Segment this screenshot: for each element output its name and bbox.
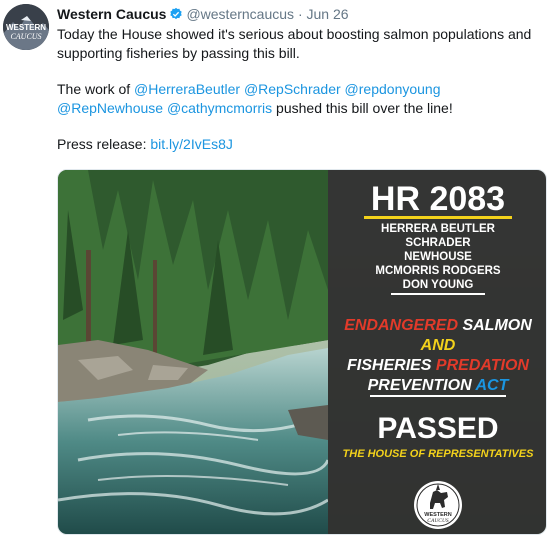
author-name[interactable]: Western Caucus bbox=[57, 6, 166, 22]
title-and: AND bbox=[420, 337, 456, 354]
title-line-1: ENDANGERED SALMON bbox=[344, 317, 532, 334]
western-caucus-seal-icon: WESTERN CAUCUS bbox=[414, 481, 462, 529]
avatar[interactable]: WESTERN CAUCUS bbox=[3, 4, 49, 50]
tweet-date[interactable]: Jun 26 bbox=[307, 6, 349, 22]
title-fisheries: FISHERIES bbox=[347, 357, 436, 374]
sponsor-name: SCHRADER bbox=[405, 237, 471, 249]
title-prevention: PREVENTION bbox=[368, 377, 476, 394]
tweet-line-2: The work of @HerreraBeutler @RepSchrader… bbox=[57, 80, 537, 117]
tweet-line-1: Today the House showed it's serious abou… bbox=[57, 26, 532, 61]
bill-underline bbox=[364, 216, 512, 219]
seal-text-bottom: CAUCUS bbox=[427, 518, 449, 524]
tweet-body: Today the House showed it's serious abou… bbox=[57, 25, 537, 154]
title-line-4: PREVENTION ACT bbox=[368, 377, 510, 394]
title-act: ACT bbox=[474, 377, 509, 394]
tweet-header: Western Caucus @westerncaucus · Jun 26 bbox=[57, 5, 349, 23]
sponsor-name: MCMORRIS RODGERS bbox=[375, 265, 501, 277]
separator-dot: · bbox=[297, 6, 303, 22]
bill-number: HR 2083 bbox=[371, 180, 505, 218]
press-release-link[interactable]: bit.ly/2IvEs8J bbox=[150, 136, 232, 152]
line-2-prefix: The work of bbox=[57, 81, 135, 97]
mention-link[interactable]: @HerreraBeutler bbox=[134, 81, 240, 97]
title-predation: PREDATION bbox=[436, 357, 529, 374]
sponsor-name: DON YOUNG bbox=[403, 279, 474, 291]
tweet-image[interactable]: HR 2083 HERRERA BEUTLER SCHRADER NEWHOUS… bbox=[57, 169, 547, 535]
author-handle[interactable]: @westerncaucus bbox=[186, 6, 294, 22]
mention-link[interactable]: @RepNewhouse bbox=[57, 100, 163, 116]
title-underline bbox=[370, 395, 506, 397]
press-label: Press release: bbox=[57, 136, 151, 152]
mention-link[interactable]: @cathymcmorris bbox=[167, 100, 272, 116]
bill-graphic: HR 2083 HERRERA BEUTLER SCHRADER NEWHOUS… bbox=[58, 170, 546, 534]
sponsor-name: NEWHOUSE bbox=[404, 251, 472, 263]
mention-link[interactable]: @RepSchrader bbox=[244, 81, 341, 97]
avatar-text-top: WESTERN bbox=[6, 23, 46, 32]
title-endangered: ENDANGERED bbox=[344, 317, 458, 334]
western-caucus-logo-icon: WESTERN CAUCUS bbox=[3, 4, 49, 50]
avatar-text-bottom: CAUCUS bbox=[10, 32, 41, 41]
line-2-suffix: pushed this bill over the line! bbox=[272, 99, 453, 116]
sponsor-name: HERRERA BEUTLER bbox=[381, 223, 496, 235]
passed-label: PASSED bbox=[377, 412, 498, 445]
title-line-3: FISHERIES PREDATION bbox=[347, 357, 529, 374]
mention-link[interactable]: @repdonyoung bbox=[345, 81, 441, 97]
press-release-line: Press release: bit.ly/2IvEs8J bbox=[57, 135, 537, 154]
title-salmon: SALMON bbox=[458, 317, 532, 334]
passed-by-label: THE HOUSE OF REPRESENTATIVES bbox=[343, 448, 535, 460]
verified-badge-icon bbox=[170, 7, 183, 20]
sponsor-underline bbox=[391, 293, 485, 295]
